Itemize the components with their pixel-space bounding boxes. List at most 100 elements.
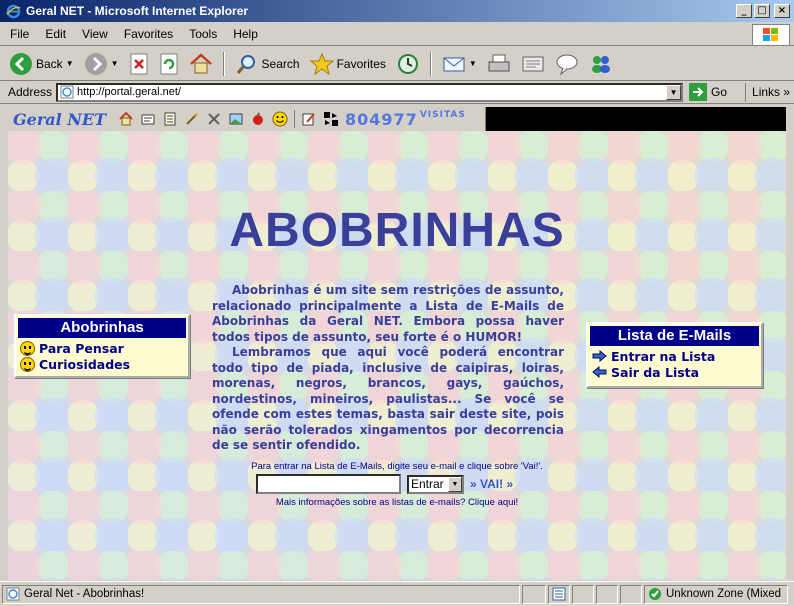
picture-icon[interactable] (228, 111, 244, 127)
menu-item-sair-da-lista[interactable]: Sair da Lista (588, 364, 761, 380)
edit-button[interactable] (518, 51, 548, 77)
email-list-panel: Lista de E-Mails Entrar na Lista Sair da… (586, 322, 763, 388)
write-icon[interactable] (301, 111, 317, 127)
windows-logo-icon (752, 24, 790, 46)
stop-button[interactable] (126, 51, 152, 77)
email-instructions: Para entrar na Lista de E-Mails, digite … (251, 461, 543, 472)
discuss-icon (556, 54, 578, 75)
refresh-button[interactable] (156, 51, 182, 77)
title-bar: Geral NET - Microsoft Internet Explorer … (0, 0, 794, 22)
home-button[interactable] (186, 51, 216, 77)
action-select[interactable]: Entrar ▼ (407, 474, 464, 494)
menu-tools[interactable]: Tools (181, 27, 225, 41)
abobrinhas-panel-title: Abobrinhas (18, 318, 186, 338)
apple-icon[interactable] (250, 111, 266, 127)
smiley-icon (20, 356, 35, 372)
progress-page-icon (552, 587, 566, 601)
page-icon (6, 587, 20, 601)
search-icon (236, 54, 255, 74)
search-button[interactable]: Search (232, 51, 303, 77)
intro-paragraph-1: Abobrinhas é um site sem restrições de a… (212, 283, 564, 344)
status-text: Geral Net - Abobrinhas! (24, 588, 145, 600)
star-icon (309, 52, 334, 75)
wand-icon[interactable] (184, 111, 200, 127)
discuss-button[interactable] (552, 51, 582, 77)
arrow-right-icon (592, 350, 607, 362)
menu-item-entrar-na-lista[interactable]: Entrar na Lista (588, 348, 761, 364)
email-signup-form: Entrar ▼ » VAI! » (256, 474, 513, 494)
forward-arrow-icon (84, 52, 107, 75)
site-toolbar: Geral NET 804977 VISITAS (8, 107, 786, 131)
window-frame-left (0, 104, 8, 580)
home-icon[interactable] (118, 111, 134, 127)
menu-item-curiosidades[interactable]: Curiosidades (16, 356, 188, 372)
maximize-button[interactable]: □ (754, 4, 770, 18)
messenger-button[interactable] (586, 51, 616, 77)
window-frame-right (786, 131, 794, 580)
address-input[interactable]: http://portal.geral.net/ ▼ (56, 82, 684, 102)
stop-icon (130, 53, 148, 74)
links-label: Links (752, 84, 781, 99)
email-input[interactable] (256, 474, 401, 494)
refresh-icon (160, 53, 178, 74)
address-label: Address (8, 85, 53, 99)
mail-button[interactable]: ▼ (439, 51, 480, 77)
printer-icon (488, 54, 510, 71)
address-url: http://portal.geral.net/ (77, 86, 181, 98)
favorites-label: Favorites (336, 56, 386, 71)
smiley-icon[interactable] (272, 111, 288, 127)
vai-button[interactable]: » VAI! » (470, 477, 513, 491)
more-info-link[interactable]: Mais informações sobre as listas de e-ma… (8, 497, 786, 508)
menu-item-label: Curiosidades (39, 356, 131, 372)
favorites-button[interactable]: Favorites (307, 51, 389, 77)
close-button[interactable]: × (774, 4, 790, 18)
go-arrow-icon (689, 83, 708, 101)
menu-item-para-pensar[interactable]: Para Pensar (16, 340, 188, 356)
messenger-icon (591, 55, 610, 73)
counter-value: 804977 (345, 109, 418, 129)
back-arrow-icon (10, 52, 32, 75)
menu-favorites[interactable]: Favorites (116, 27, 181, 41)
menu-edit[interactable]: Edit (37, 27, 74, 41)
links-button[interactable]: Links » (745, 82, 790, 102)
card-icon[interactable] (140, 111, 156, 127)
status-cell (548, 584, 570, 604)
go-label: Go (711, 85, 728, 99)
email-list-panel-title: Lista de E-Mails (590, 326, 759, 346)
status-cell (572, 584, 594, 604)
status-cell (620, 584, 642, 604)
standard-toolbar: Back ▼ ▼ Search Favorites ▼ (0, 47, 794, 81)
smiley-icon (20, 340, 35, 356)
navigate-icon[interactable] (323, 111, 339, 127)
print-button[interactable] (484, 51, 514, 77)
minimize-button[interactable]: _ (736, 4, 752, 18)
address-dropdown-button[interactable]: ▼ (666, 84, 682, 100)
history-button[interactable] (393, 51, 423, 77)
go-button[interactable]: Go (689, 83, 727, 101)
search-label: Search (261, 56, 300, 71)
action-select-value: Entrar (411, 477, 444, 491)
zone-text: Unknown Zone (Mixed (666, 588, 782, 600)
menu-view[interactable]: View (74, 27, 116, 41)
abobrinhas-panel: Abobrinhas Para Pensar Curiosidades (14, 314, 190, 378)
menu-item-label: Sair da Lista (611, 364, 700, 380)
back-label: Back (36, 56, 63, 71)
address-bar: Address http://portal.geral.net/ ▼ Go Li… (0, 81, 794, 104)
edit-icon (522, 56, 544, 71)
menu-file[interactable]: File (0, 27, 37, 41)
status-cell (596, 584, 618, 604)
notepad-icon[interactable] (162, 111, 178, 127)
geral-net-logo[interactable]: Geral NET (13, 110, 106, 129)
forward-button[interactable]: ▼ (81, 50, 122, 78)
window-title: Geral NET - Microsoft Internet Explorer (26, 4, 249, 18)
back-button[interactable]: Back ▼ (6, 50, 77, 78)
home-icon (189, 52, 212, 73)
page-icon (60, 85, 74, 99)
intro-paragraph-2: Lembramos que aqui você poderá encontrar… (212, 345, 564, 452)
menu-item-label: Para Pensar (39, 340, 124, 356)
swords-icon[interactable] (206, 111, 222, 127)
arrow-left-icon (592, 366, 607, 378)
ie-icon (6, 4, 21, 18)
page-headline: ABOBRINHAS (229, 204, 565, 257)
menu-help[interactable]: Help (225, 27, 266, 41)
